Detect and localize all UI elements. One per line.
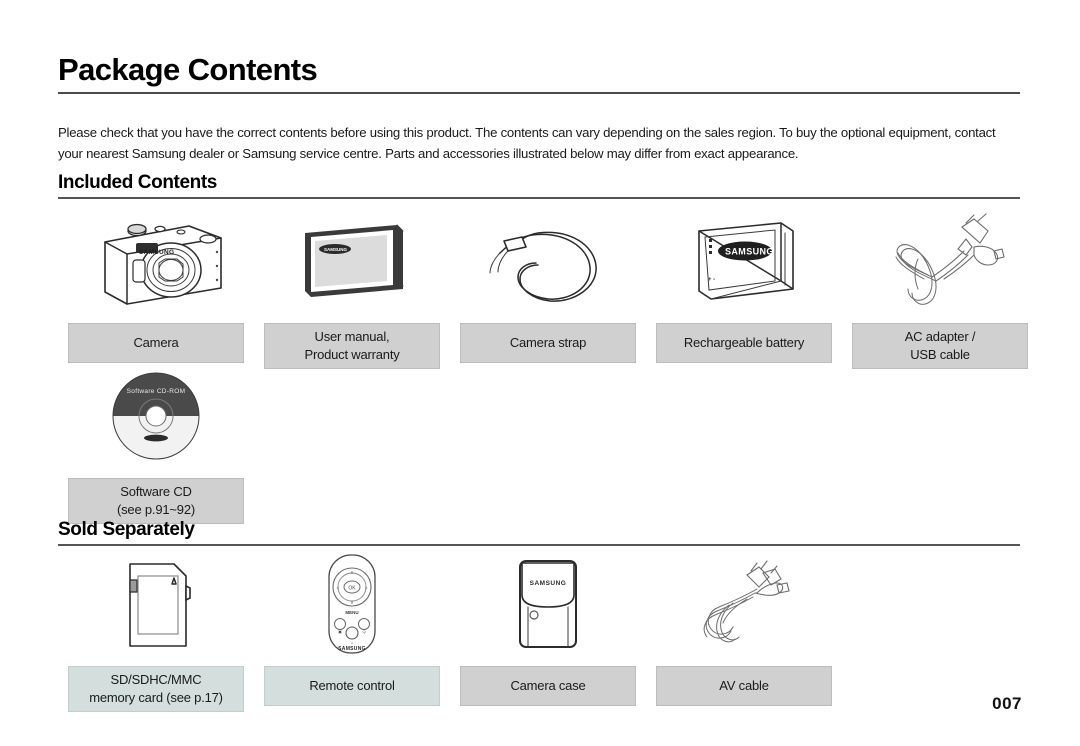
svg-text:Q: Q: [362, 629, 365, 634]
sold-separately-row: SD/SDHC/MMC memory card (see p.17) OK ∧ …: [58, 548, 842, 712]
page-title: Package Contents: [58, 52, 318, 87]
section-title: Included Contents: [58, 172, 217, 193]
caption-camera: Camera: [68, 323, 244, 363]
caption-camera-case: Camera case: [460, 666, 636, 706]
caption-line-2: (see p.91~92): [117, 502, 195, 517]
case-brand-label: SAMSUNG: [530, 580, 567, 587]
section-divider: [58, 544, 1020, 546]
intro-paragraph: Please check that you have the correct c…: [58, 125, 996, 161]
section-heading-included-contents: Included Contents: [58, 172, 1020, 199]
svg-text:SAMSUNG: SAMSUNG: [139, 249, 174, 256]
remote-brand-label: SAMSUNG: [338, 646, 366, 652]
svg-text:▣: ▣: [338, 629, 342, 634]
remote-control-icon: OK ∧ ∨ < > MENU ▣ Q ⌂ SAMSUNG: [264, 548, 440, 660]
svg-text:∧: ∧: [350, 570, 354, 576]
caption-software-cd: Software CD (see p.91~92): [68, 478, 244, 524]
included-contents-row-2: Software CD-ROM Software CD (see p.91~92…: [58, 360, 254, 524]
item-remote-control: OK ∧ ∨ < > MENU ▣ Q ⌂ SAMSUNG Remote con…: [254, 548, 450, 712]
item-av-cable: AV cable: [646, 548, 842, 712]
svg-text:<: <: [337, 586, 340, 592]
disc-label: Software CD-ROM: [127, 388, 186, 395]
svg-text:+ -: + -: [708, 277, 715, 283]
title-divider: [58, 92, 1020, 94]
item-rechargeable-battery: SAMSUNG + - Rechargeable battery: [646, 205, 842, 369]
caption-ac-adapter-usb-cable: AC adapter / USB cable: [852, 323, 1028, 369]
software-cd-icon: Software CD-ROM: [68, 360, 244, 472]
included-contents-row-1: SAMSUNG Camera SAMSUNG User manual, Prod…: [58, 205, 1038, 369]
caption-line-1: User manual,: [314, 329, 390, 344]
caption-camera-strap: Camera strap: [460, 323, 636, 363]
user-manual-icon: SAMSUNG: [264, 205, 440, 317]
item-camera-strap: Camera strap: [450, 205, 646, 369]
caption-line-2: USB cable: [910, 347, 970, 362]
caption-rechargeable-battery: Rechargeable battery: [656, 323, 832, 363]
caption-user-manual: User manual, Product warranty: [264, 323, 440, 369]
av-cable-icon: [656, 548, 832, 660]
manual-page: Package Contents Please check that you h…: [0, 0, 1080, 746]
caption-line-1: SD/SDHC/MMC: [110, 672, 202, 687]
item-camera: SAMSUNG Camera: [58, 205, 254, 369]
ac-adapter-usb-icon: [852, 205, 1028, 317]
item-software-cd: Software CD-ROM Software CD (see p.91~92…: [58, 360, 254, 524]
camera-strap-icon: [460, 205, 636, 317]
svg-text:SAMSUNG: SAMSUNG: [324, 247, 348, 252]
caption-line-1: AC adapter /: [904, 329, 976, 344]
svg-text:SAMSUNG: SAMSUNG: [725, 247, 774, 257]
svg-text:MENU: MENU: [345, 610, 358, 615]
svg-text:OK: OK: [348, 586, 356, 592]
section-divider: [58, 197, 1020, 199]
caption-line-1: Camera case: [510, 678, 586, 693]
caption-line-2: Product warranty: [304, 347, 400, 362]
battery-icon: SAMSUNG + -: [656, 205, 832, 317]
caption-line-1: Camera: [133, 335, 179, 350]
page-number: 007: [992, 694, 1022, 713]
item-user-manual: SAMSUNG User manual, Product warranty: [254, 205, 450, 369]
item-ac-adapter-usb-cable: AC adapter / USB cable: [842, 205, 1038, 369]
item-memory-card: SD/SDHC/MMC memory card (see p.17): [58, 548, 254, 712]
page-header: Package Contents: [58, 52, 1020, 94]
svg-text:∨: ∨: [350, 600, 354, 606]
section-title: Sold Separately: [58, 519, 195, 540]
caption-line-1: Camera strap: [509, 335, 587, 350]
caption-memory-card: SD/SDHC/MMC memory card (see p.17): [68, 666, 244, 712]
camera-case-icon: SAMSUNG: [460, 548, 636, 660]
caption-line-1: AV cable: [719, 678, 769, 693]
camera-icon: SAMSUNG: [68, 205, 244, 317]
caption-remote-control: Remote control: [264, 666, 440, 706]
caption-line-1: Rechargeable battery: [683, 335, 805, 350]
section-heading-sold-separately: Sold Separately: [58, 519, 1020, 546]
caption-av-cable: AV cable: [656, 666, 832, 706]
item-camera-case: SAMSUNG Camera case: [450, 548, 646, 712]
svg-text:>: >: [365, 586, 368, 592]
caption-line-1: Software CD: [120, 484, 192, 499]
caption-line-1: Remote control: [309, 678, 395, 693]
caption-line-2: memory card (see p.17): [89, 690, 223, 705]
memory-card-icon: [68, 548, 244, 660]
